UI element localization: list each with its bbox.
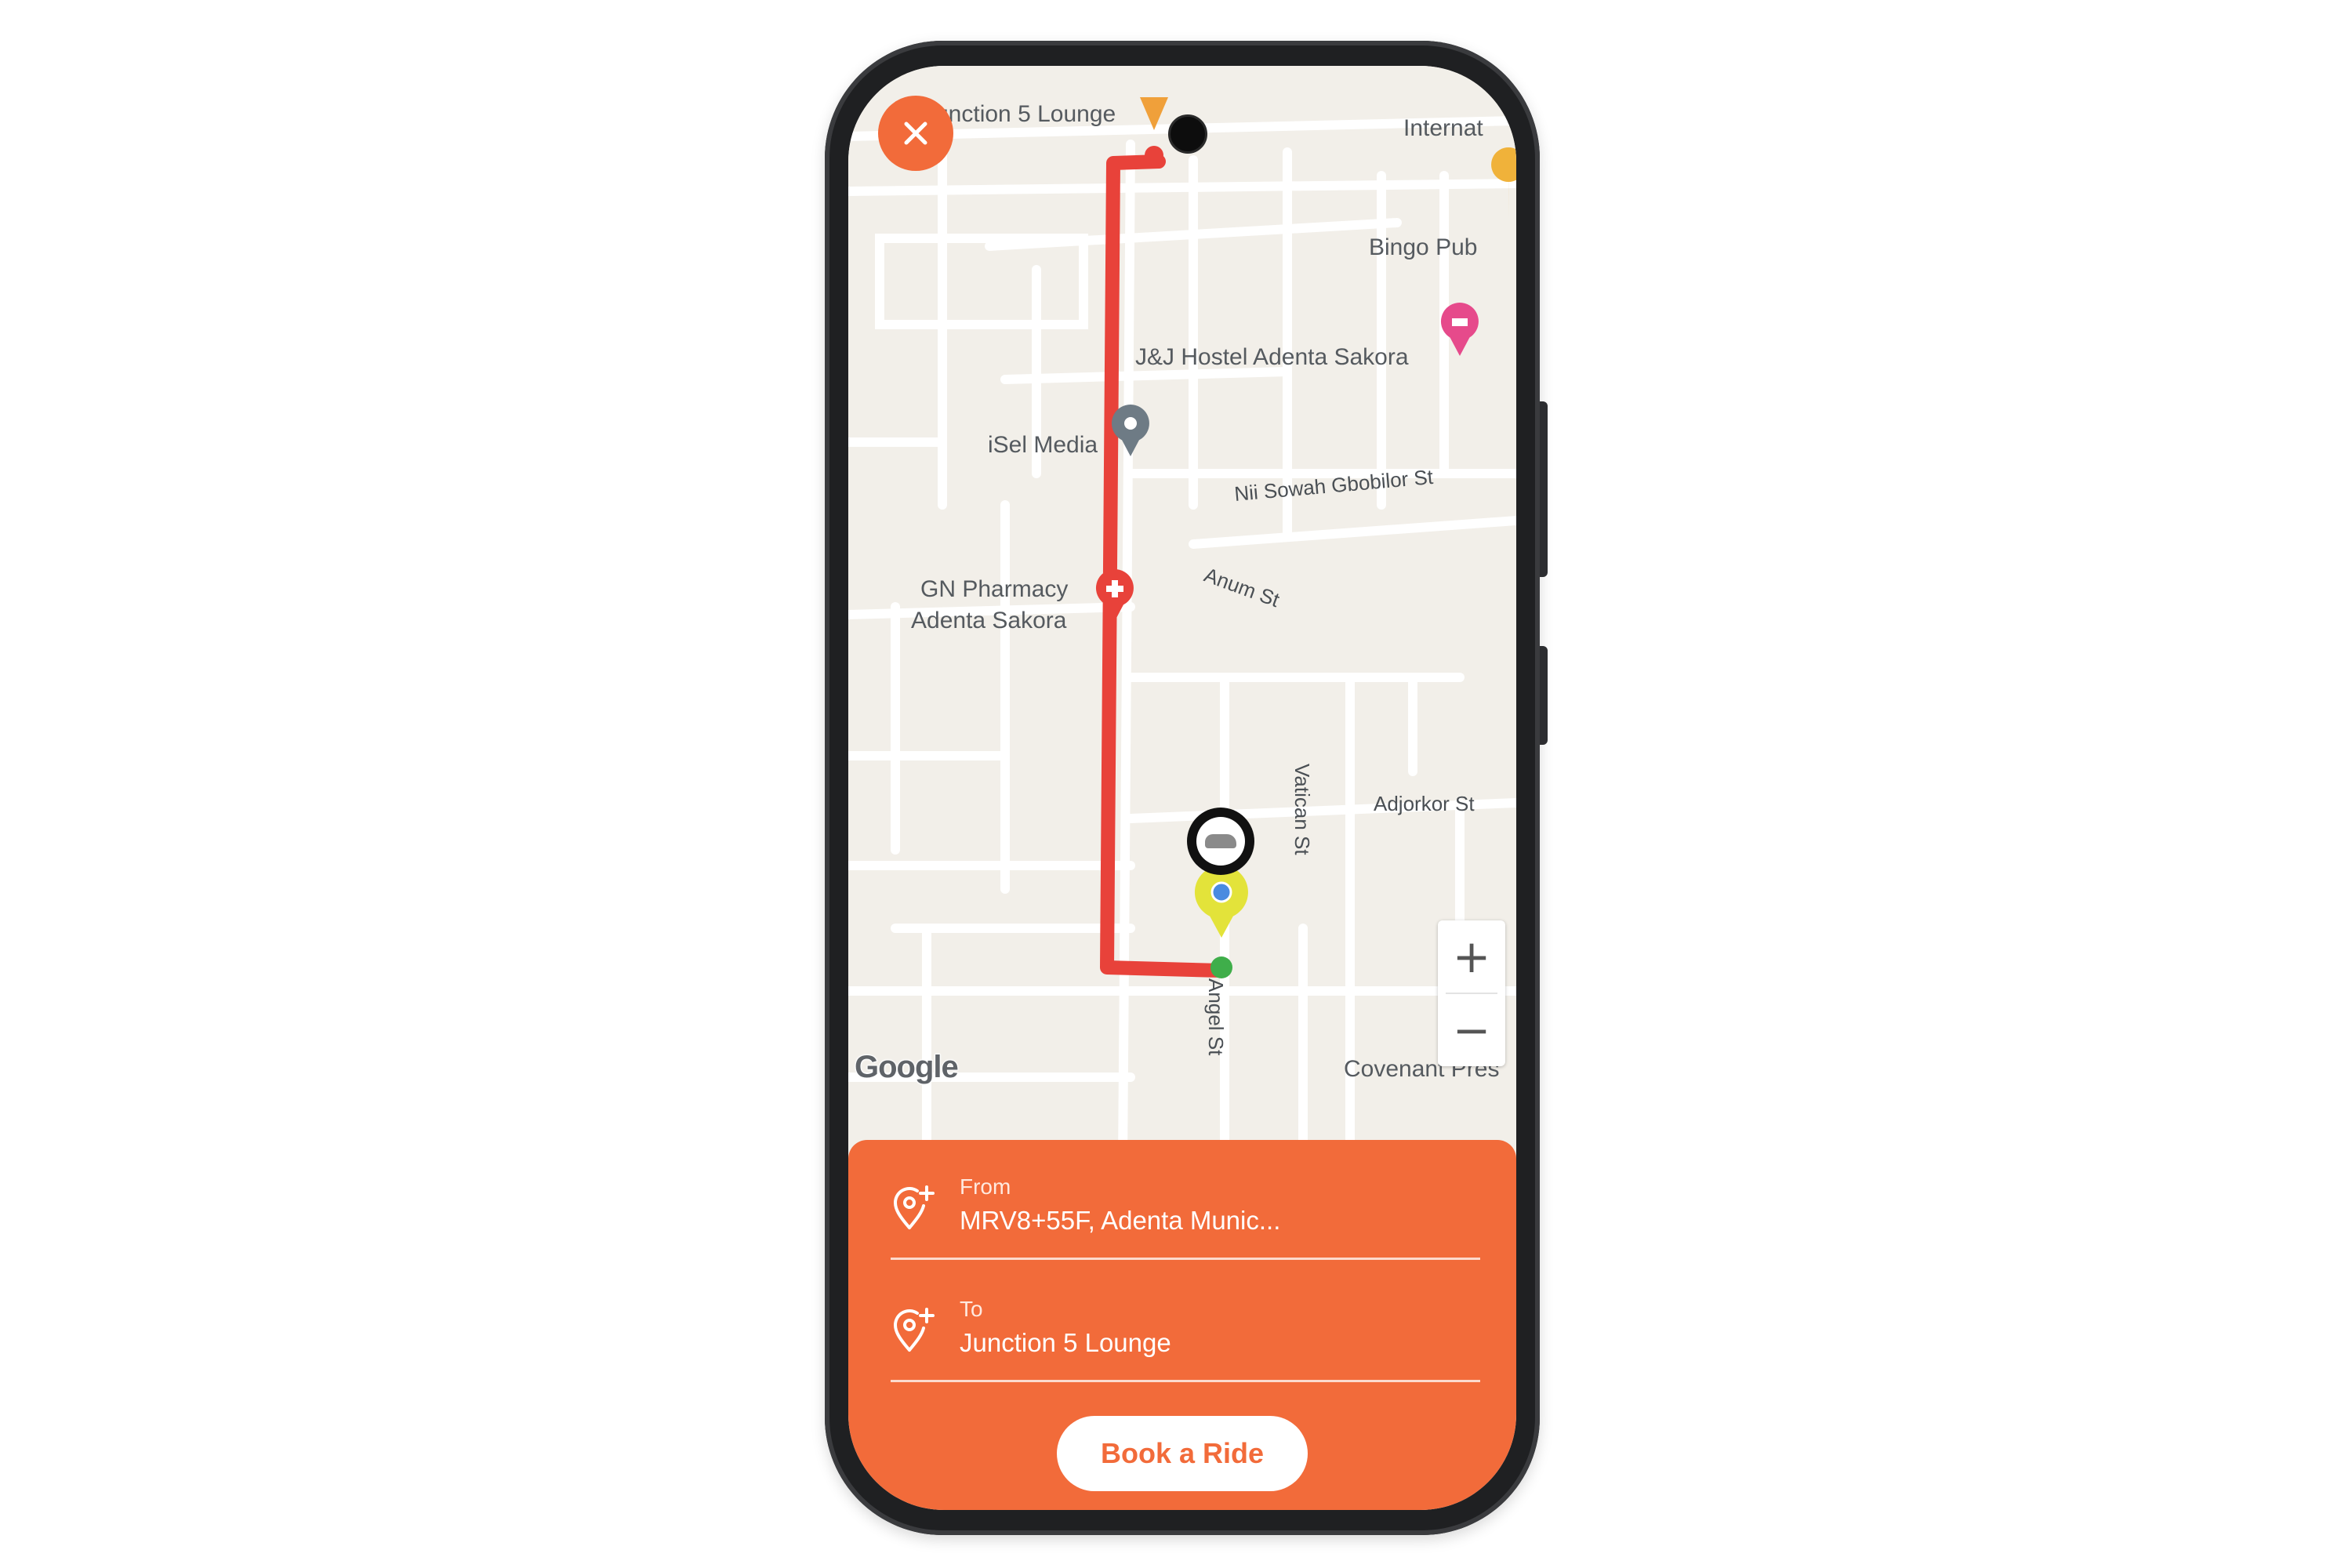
from-value: MRV8+55F, Adenta Munic...: [960, 1206, 1281, 1235]
volume-button: [1540, 401, 1548, 577]
car-pin-icon[interactable]: [1187, 808, 1254, 875]
to-label: To: [960, 1297, 983, 1321]
street-label-vatican: Vatican St: [1290, 764, 1314, 855]
to-location-row[interactable]: To Junction 5 Lounge: [891, 1278, 1480, 1382]
zoom-out-button[interactable]: −: [1438, 994, 1505, 1066]
location-add-icon: [893, 1185, 935, 1229]
zoom-in-button[interactable]: +: [1438, 920, 1505, 993]
street-label-adjorkor: Adjorkor St: [1374, 792, 1475, 815]
place-label-pharmacy-area: Adenta Sakora: [911, 608, 1067, 633]
booking-panel: From MRV8+55F, Adenta Munic... To Juncti…: [848, 1140, 1516, 1510]
zoom-controls: + −: [1438, 920, 1505, 1066]
street-label-angel: Angel St: [1204, 978, 1228, 1056]
place-label-pharmacy: GN Pharmacy: [920, 576, 1069, 602]
phone-frame: Junction 5 Lounge Internat Bingo Pub J&J…: [825, 41, 1548, 1535]
place-label-hostel: J&J Hostel Adenta Sakora: [1135, 344, 1409, 370]
close-icon: [904, 122, 927, 145]
from-location-row[interactable]: From MRV8+55F, Adenta Munic...: [891, 1156, 1480, 1260]
close-button[interactable]: [878, 96, 953, 171]
place-label-isel-media: iSel Media: [988, 432, 1098, 458]
to-value: Junction 5 Lounge: [960, 1328, 1171, 1357]
place-label-international: Internat: [1403, 115, 1483, 141]
from-label: From: [960, 1174, 1011, 1199]
google-attribution: Google: [854, 1049, 960, 1085]
book-ride-button[interactable]: Book a Ride: [1057, 1416, 1308, 1491]
map-view[interactable]: Junction 5 Lounge Internat Bingo Pub J&J…: [848, 66, 1516, 1163]
front-camera: [1168, 114, 1207, 154]
location-add-icon: [893, 1308, 935, 1352]
phone-screen: Junction 5 Lounge Internat Bingo Pub J&J…: [848, 66, 1516, 1510]
power-button: [1540, 646, 1548, 745]
place-label-bingo-pub: Bingo Pub: [1369, 234, 1478, 260]
